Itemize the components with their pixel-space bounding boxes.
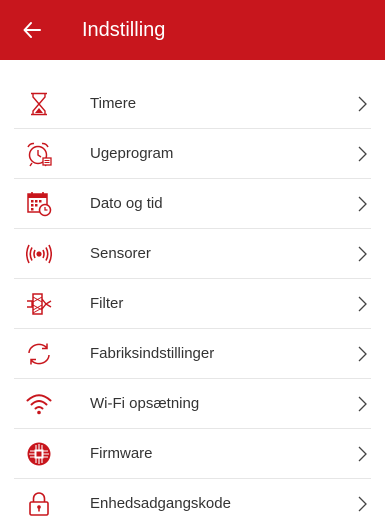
- settings-item-label: Sensorer: [90, 245, 151, 262]
- back-button[interactable]: [18, 16, 46, 44]
- chevron-right-icon: [358, 346, 367, 362]
- wifi-icon: [26, 391, 52, 417]
- calendar-clock-icon: [26, 191, 52, 217]
- chevron-right-icon: [358, 396, 367, 412]
- chevron-right-icon: [358, 96, 367, 112]
- page-title: Indstilling: [82, 19, 166, 41]
- alarm-clock-icon: [26, 141, 52, 167]
- settings-item-firmware[interactable]: Firmware: [0, 429, 385, 479]
- settings-item-label: Enhedsadgangskode: [90, 495, 231, 512]
- chevron-right-icon: [358, 496, 367, 512]
- sensor-waves-icon: [26, 241, 52, 267]
- settings-item-label: Filter: [90, 295, 124, 312]
- settings-item-sensors[interactable]: Sensorer: [0, 229, 385, 279]
- chevron-right-icon: [358, 246, 367, 262]
- settings-item-week-program[interactable]: Ugeprogram: [0, 129, 385, 179]
- arrow-left-icon: [23, 22, 41, 38]
- settings-item-wifi-setup[interactable]: Wi-Fi opsætning: [0, 379, 385, 429]
- filter-icon: [26, 291, 52, 317]
- settings-item-device-password[interactable]: Enhedsadgangskode: [0, 479, 385, 521]
- settings-item-filter[interactable]: Filter: [0, 279, 385, 329]
- reset-arrows-icon: [26, 341, 52, 367]
- settings-item-timers[interactable]: Timere: [0, 79, 385, 129]
- app-bar: Indstilling: [0, 0, 385, 60]
- settings-item-factory-settings[interactable]: Fabriksindstillinger: [0, 329, 385, 379]
- settings-item-label: Firmware: [90, 445, 153, 462]
- settings-list: Timere Ugeprogram Dato og tid Sensorer F…: [0, 79, 385, 521]
- settings-item-label: Fabriksindstillinger: [90, 345, 215, 362]
- chip-icon: [26, 441, 52, 467]
- hourglass-icon: [26, 91, 52, 117]
- settings-item-date-time[interactable]: Dato og tid: [0, 179, 385, 229]
- settings-item-label: Dato og tid: [90, 195, 163, 212]
- settings-item-label: Ugeprogram: [90, 145, 174, 162]
- settings-item-label: Timere: [90, 95, 137, 112]
- settings-item-label: Wi-Fi opsætning: [90, 395, 200, 412]
- chevron-right-icon: [358, 146, 367, 162]
- chevron-right-icon: [358, 296, 367, 312]
- chevron-right-icon: [358, 196, 367, 212]
- chevron-right-icon: [358, 446, 367, 462]
- lock-icon: [26, 491, 52, 517]
